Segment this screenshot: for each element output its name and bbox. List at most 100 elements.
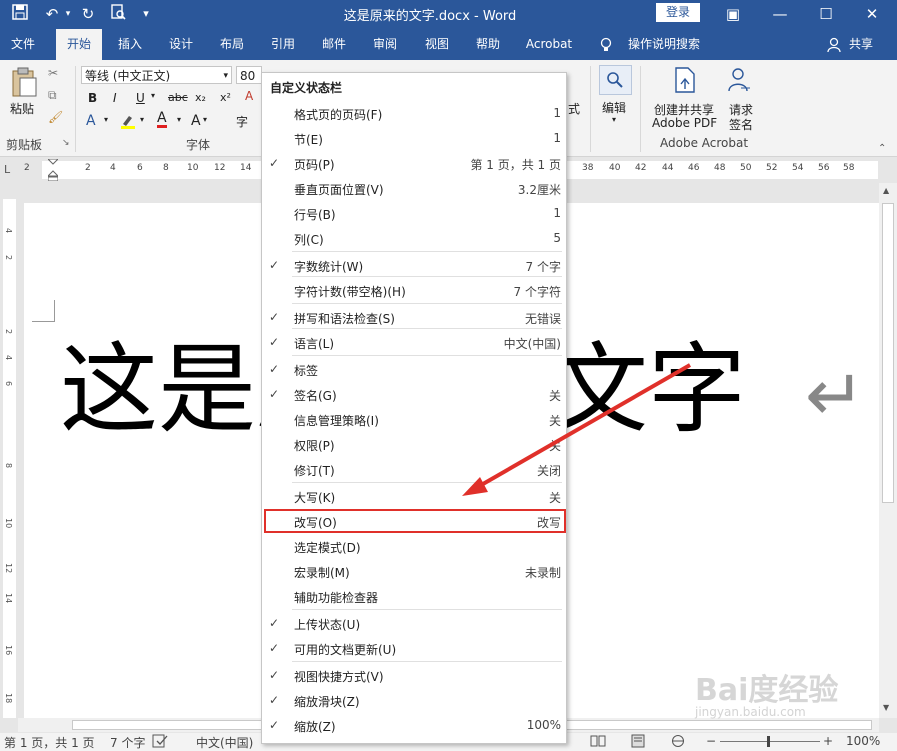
menu-item[interactable]: 修订(T) 关闭 [262, 457, 566, 482]
close-button[interactable]: ✕ [849, 0, 895, 29]
paste-icon[interactable] [10, 66, 38, 101]
print-layout-icon[interactable] [630, 734, 646, 751]
ruler-number: 38 [582, 163, 594, 173]
superscript-button[interactable]: x² [220, 91, 231, 104]
menu-item[interactable]: ✓ 标签 [262, 357, 566, 382]
tab-file[interactable]: 文件 [0, 29, 46, 60]
menu-item[interactable]: ✓ 拼写和语法检查(S) 无错误 [262, 305, 566, 330]
tab-mailings[interactable]: 邮件 [313, 29, 355, 60]
highlight-dropdown-icon[interactable]: ▾ [140, 115, 144, 124]
menu-item[interactable]: ✓ 签名(G) 关 [262, 382, 566, 407]
copy-icon[interactable]: ⧉ [48, 88, 57, 103]
menu-item[interactable]: 大写(K) 关 [262, 484, 566, 509]
scroll-down-icon[interactable]: ▼ [883, 703, 889, 712]
menu-item[interactable]: ✓ 视图快捷方式(V) [262, 663, 566, 688]
menu-item[interactable]: 格式页的页码(F) 1 [262, 101, 566, 126]
strikethrough-button[interactable]: abc [168, 91, 188, 104]
font-color-dropdown-icon[interactable]: ▾ [177, 115, 181, 124]
tab-help[interactable]: 帮助 [467, 29, 509, 60]
clipboard-launcher-icon[interactable]: ↘ [62, 138, 70, 148]
maximize-button[interactable]: ☐ [803, 0, 849, 29]
zoom-slider[interactable] [720, 741, 820, 742]
spelling-check-icon[interactable] [152, 734, 168, 751]
font-name-combo[interactable]: 等线 (中文正文) ▾ [81, 66, 232, 84]
vertical-scroll-thumb[interactable] [882, 203, 894, 503]
italic-button[interactable]: I [113, 91, 117, 105]
tab-acrobat[interactable]: Acrobat [518, 29, 580, 60]
bold-button[interactable]: B [88, 91, 97, 105]
vertical-scrollbar[interactable]: ▲ ▼ [879, 183, 897, 718]
status-page[interactable]: 第 1 页，共 1 页 [4, 734, 95, 751]
enclose-char-icon[interactable]: 字 [236, 113, 248, 130]
tab-selector-icon[interactable]: L [4, 163, 10, 176]
underline-dropdown-icon[interactable]: ▾ [151, 91, 155, 100]
print-preview-icon[interactable] [108, 4, 128, 24]
tell-me-search[interactable]: 操作说明搜索 [624, 29, 704, 60]
read-mode-icon[interactable] [590, 734, 606, 751]
menu-item[interactable]: 行号(B) 1 [262, 201, 566, 226]
font-size-icon[interactable]: A [191, 113, 201, 129]
scroll-up-icon[interactable]: ▲ [883, 186, 889, 195]
zoom-level[interactable]: 100% [846, 734, 880, 748]
tab-design[interactable]: 设计 [160, 29, 202, 60]
menu-item[interactable]: ✓ 可用的文档更新(U) [262, 636, 566, 661]
menu-item[interactable]: 宏录制(M) 未录制 [262, 559, 566, 584]
status-word-count[interactable]: 7 个字 [110, 734, 145, 751]
request-sign-label-2[interactable]: 签名 [729, 116, 753, 133]
indent-marker-icon[interactable] [46, 158, 60, 184]
customize-qat-icon[interactable]: ▾ [136, 4, 156, 24]
cut-icon[interactable]: ✂ [48, 66, 58, 80]
tab-layout[interactable]: 布局 [211, 29, 253, 60]
font-size-combo[interactable]: 80 [236, 66, 262, 84]
request-signature-icon[interactable] [727, 67, 751, 96]
chevron-down-icon[interactable]: ▾ [223, 67, 228, 85]
web-layout-icon[interactable] [670, 734, 686, 751]
status-language[interactable]: 中文(中国) [196, 734, 253, 751]
menu-item[interactable]: ✓ 缩放滑块(Z) [262, 688, 566, 713]
menu-item[interactable]: 节(E) 1 [262, 126, 566, 151]
edit-search-icon[interactable] [599, 65, 632, 95]
menu-item[interactable]: ✓ 缩放(Z) 100% [262, 713, 566, 738]
ribbon-display-options-icon[interactable]: ▣ [710, 0, 756, 29]
minimize-button[interactable]: — [757, 0, 803, 29]
tab-home[interactable]: 开始 [56, 29, 102, 60]
login-button[interactable]: 登录 [656, 3, 700, 22]
paste-button-label[interactable]: 粘贴 [10, 100, 34, 117]
font-size-dropdown-icon[interactable]: ▾ [203, 115, 207, 124]
menu-item[interactable]: ✓ 字数统计(W) 7 个字 [262, 253, 566, 278]
format-painter-icon[interactable]: 🖌 [48, 110, 63, 124]
menu-item[interactable]: 信息管理策略(I) 关 [262, 407, 566, 432]
subscript-button[interactable]: x₂ [195, 91, 206, 104]
text-effects-icon[interactable]: A [86, 113, 96, 129]
zoom-in-icon[interactable]: + [823, 734, 833, 748]
clear-formatting-icon[interactable]: A [245, 89, 253, 103]
edit-dropdown-icon[interactable]: ▾ [612, 115, 616, 124]
menu-item[interactable]: ✓ 页码(P) 第 1 页，共 1 页 [262, 151, 566, 176]
menu-item[interactable]: 辅助功能检查器 [262, 584, 566, 609]
highlight-icon[interactable] [120, 113, 136, 132]
share-button[interactable]: 共享 [844, 29, 878, 60]
text-effects-dropdown-icon[interactable]: ▾ [104, 115, 108, 124]
font-color-icon[interactable]: A [157, 111, 167, 128]
menu-item[interactable]: 列(C) 5 [262, 226, 566, 251]
menu-item[interactable]: 垂直页面位置(V) 3.2厘米 [262, 176, 566, 201]
underline-button[interactable]: U [136, 91, 145, 105]
edit-button-label[interactable]: 编辑 [602, 99, 626, 116]
tab-view[interactable]: 视图 [416, 29, 458, 60]
menu-item[interactable]: 权限(P) 关 [262, 432, 566, 457]
create-share-label-2[interactable]: Adobe PDF [652, 116, 717, 130]
zoom-slider-handle[interactable] [767, 736, 770, 747]
save-icon[interactable] [10, 4, 30, 24]
tab-references[interactable]: 引用 [262, 29, 304, 60]
undo-dropdown-icon[interactable]: ▾ [58, 4, 78, 24]
zoom-out-icon[interactable]: − [706, 734, 716, 748]
redo-icon[interactable]: ↻ [78, 4, 98, 24]
menu-item[interactable]: ✓ 上传状态(U) [262, 611, 566, 636]
collapse-ribbon-icon[interactable]: ⌃ [878, 143, 886, 154]
menu-item[interactable]: 选定模式(D) [262, 534, 566, 559]
menu-item[interactable]: 字符计数(带空格)(H) 7 个字符 [262, 278, 566, 303]
menu-item[interactable]: ✓ 语言(L) 中文(中国) [262, 330, 566, 355]
tab-insert[interactable]: 插入 [108, 29, 152, 60]
create-pdf-icon[interactable] [674, 67, 696, 96]
tab-review[interactable]: 审阅 [364, 29, 406, 60]
